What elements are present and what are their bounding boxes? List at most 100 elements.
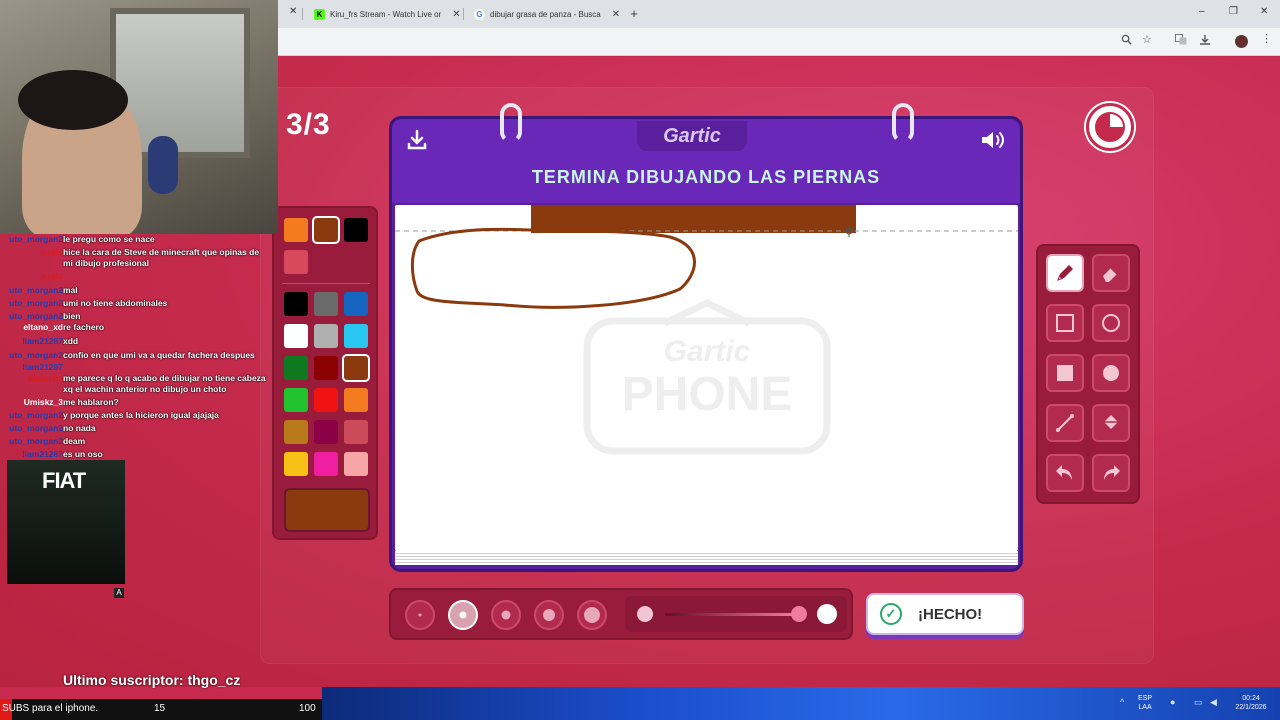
close-tab-icon[interactable]: ✕ [452,9,460,20]
line-icon[interactable] [1046,404,1084,442]
circle-outline-icon[interactable] [1092,304,1130,342]
opacity-track[interactable] [665,613,795,616]
clock-time: 00:24 [1242,695,1260,702]
chat-username[interactable]: liam21287 [22,449,63,460]
color-swatch[interactable] [312,216,340,244]
color-swatch[interactable] [314,420,338,444]
chat-username[interactable]: uto_morgan2 [9,423,63,434]
square-outline-icon[interactable] [1046,304,1084,342]
chat-username[interactable]: uto_morgan2 [9,410,63,421]
close-tab-icon[interactable]: ✕ [289,6,297,17]
translate-icon[interactable] [1175,34,1187,48]
color-swatch[interactable] [344,388,368,412]
undo-icon[interactable] [1046,454,1084,492]
color-swatch[interactable] [284,356,308,380]
opacity-slider[interactable] [625,596,847,632]
chat-text: es un oso [63,449,103,459]
drawing-canvas[interactable]: Gartic PHONE [395,205,1018,551]
redo-icon[interactable] [1092,454,1130,492]
ticker-count-goal: 100 [299,703,316,714]
circle-filled-icon[interactable] [1092,354,1130,392]
tab-google-search[interactable]: G dibujar grasa de panza - Busca ✕ [466,4,628,24]
color-swatch[interactable] [344,420,368,444]
language-code: ESP [1138,695,1153,702]
color-swatch[interactable] [314,292,338,316]
color-swatch[interactable] [344,324,368,348]
chat-text: xdd [63,336,79,346]
close-tab-icon[interactable]: ✕ [612,9,620,20]
download-icon[interactable] [1199,34,1211,49]
chat-text: y porque antes la hicieron igual ajajaja [63,410,219,420]
close-window-icon[interactable]: ✕ [1260,6,1268,17]
color-swatch[interactable] [284,420,308,444]
color-swatch[interactable] [284,452,308,476]
brush-size-3[interactable] [491,600,521,630]
color-swatch[interactable] [344,452,368,476]
tab-kick-stream[interactable]: K Kiru_frs Stream - Watch Live or ✕ [306,4,469,24]
chat-text: deam [63,436,86,446]
opacity-min-icon [637,606,653,622]
chat-text: no nada [63,423,96,433]
new-tab-button[interactable]: + [626,6,642,22]
chat-username[interactable]: liam21287 [22,336,63,347]
brush-size-4[interactable] [534,600,564,630]
color-swatch[interactable] [284,218,308,242]
brush-size-1[interactable] [405,600,435,630]
brush-size-5[interactable] [577,600,607,630]
tab-title: Kiru_frs Stream - Watch Live or [330,9,442,19]
chat-username[interactable]: pistoche [28,373,63,384]
google-icon: G [474,8,485,20]
volume-icon[interactable] [980,129,1008,153]
square-filled-icon[interactable] [1046,354,1084,392]
color-swatch[interactable] [284,250,308,274]
clock[interactable]: 00:24 22/1/2026 [1228,694,1274,712]
zoom-icon[interactable] [1121,34,1132,48]
chat-username[interactable]: uto_morgan2 [9,436,63,447]
star-icon[interactable]: ☆ [1142,33,1152,46]
keyboard-layout: LAA [1138,704,1152,711]
color-swatch[interactable] [284,324,308,348]
opacity-knob[interactable] [791,606,807,622]
color-palette [272,206,378,540]
chat-username[interactable]: uto_morgan2 [9,234,63,245]
watermark-title: Gartic [664,335,751,368]
color-swatch[interactable] [314,388,338,412]
chat-username[interactable]: uto_morgan2 [9,285,63,296]
clock-date: 22/1/2026 [1235,704,1267,711]
color-swatch[interactable] [344,218,368,242]
fill-bucket-icon[interactable] [1092,404,1130,442]
color-swatch[interactable] [344,292,368,316]
chat-username[interactable]: uto_morgan2 [9,350,63,361]
chat-username[interactable]: uto_morgan2 [9,298,63,309]
chat-text: me hablaron? [63,397,119,407]
chevron-up-icon[interactable]: ^ [1120,697,1124,707]
timer-icon [1086,103,1134,151]
color-swatch[interactable] [342,354,370,382]
color-swatch[interactable] [284,388,308,412]
chat-username[interactable]: uto_morgan2 [9,311,63,322]
profile-icon[interactable] [1235,35,1248,48]
color-swatch[interactable] [314,356,338,380]
menu-icon[interactable]: ⋮ [1261,32,1272,45]
language-indicator[interactable]: ESP LAA [1138,694,1152,712]
eraser-icon[interactable] [1092,254,1130,292]
chat-text: mi dibujo profesional [63,258,149,268]
pen-icon[interactable] [1046,254,1084,292]
done-button[interactable]: ✓ ¡HECHO! [866,593,1024,635]
restore-icon[interactable]: ❐ [1229,6,1238,17]
chat-username[interactable]: eltano_xd [23,322,63,333]
chat-username[interactable]: Umiskz_3 [24,397,63,408]
microphone-tray-icon[interactable]: ● [1170,697,1175,707]
volume-tray-icon[interactable]: ◀ [1210,697,1217,708]
brush-size-2[interactable] [448,600,478,630]
minimize-icon[interactable]: – [1199,6,1205,17]
brown-body-outline [410,227,696,309]
network-icon[interactable]: ▭ [1194,697,1203,708]
color-swatch[interactable] [314,452,338,476]
chat-username[interactable]: jcrefs [40,247,63,258]
color-swatch[interactable] [314,324,338,348]
download-icon[interactable] [406,129,428,153]
color-swatch[interactable] [284,292,308,316]
chat-username[interactable]: liam21287 [22,362,63,373]
chat-username[interactable]: jcrefs [40,271,63,282]
